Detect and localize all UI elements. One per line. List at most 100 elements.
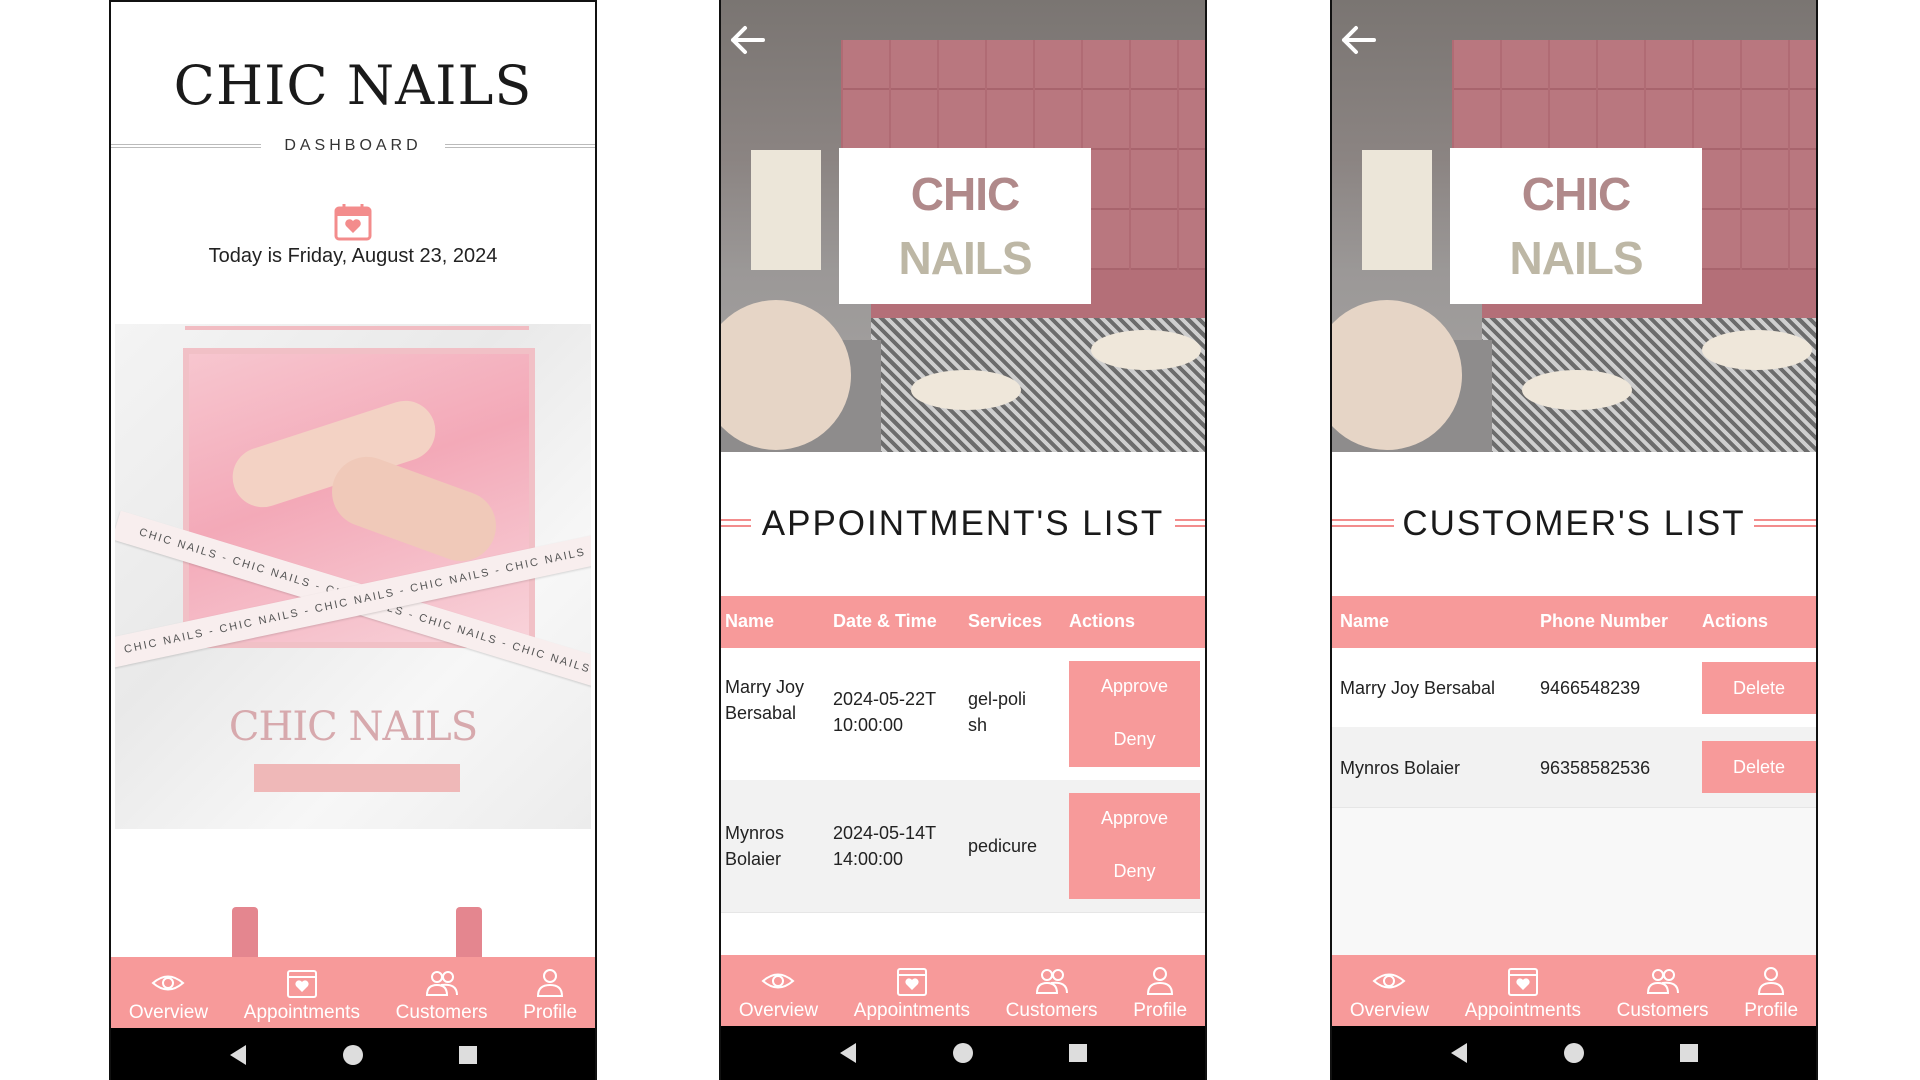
approve-button[interactable]: Approve: [1069, 676, 1200, 697]
calendar-heart-icon: [286, 970, 317, 998]
nav-overview[interactable]: Overview: [129, 966, 208, 1024]
table-row: Mynros Bolaier 96358582536 Delete: [1332, 727, 1816, 807]
customer-phone: 96358582536: [1540, 758, 1651, 778]
recents-square-icon[interactable]: [1677, 1041, 1701, 1065]
nav-profile[interactable]: Profile: [523, 966, 577, 1024]
approve-button[interactable]: Approve: [1069, 808, 1200, 829]
nav-label: Customers: [1616, 1000, 1709, 1021]
recents-square-icon[interactable]: [456, 1043, 480, 1067]
eye-icon: [1372, 973, 1406, 989]
customer-name: Mynros Bolaier: [725, 823, 785, 869]
back-triangle-icon[interactable]: [226, 1043, 250, 1067]
hero-stool: [1091, 330, 1201, 370]
user-icon: [1758, 967, 1785, 995]
back-triangle-icon[interactable]: [836, 1041, 860, 1065]
nav-customers[interactable]: Customers: [396, 966, 488, 1024]
bottom-nav: Overview Appointments Customers Profile: [721, 955, 1205, 1026]
column-header: Name: [1340, 611, 1390, 631]
calendar-heart-icon: [334, 204, 372, 241]
nav-customers[interactable]: Customers: [1006, 964, 1098, 1022]
user-icon: [1147, 967, 1174, 995]
row-actions: Approve Deny: [1069, 661, 1200, 767]
users-icon: [1035, 969, 1068, 994]
row-divider: [721, 912, 1205, 913]
nav-label: Appointments: [243, 1002, 360, 1023]
nav-appointments[interactable]: Appointments: [244, 966, 360, 1024]
page-title: APPOINTMENT'S LIST: [761, 504, 1165, 543]
decor-peg: [456, 907, 482, 959]
nav-label: Profile: [523, 1002, 578, 1023]
table-header: Name Phone Number Actions: [1332, 596, 1816, 648]
nav-label: Customers: [395, 1002, 488, 1023]
nav-appointments[interactable]: Appointments: [854, 964, 970, 1022]
column-header: Services: [968, 611, 1043, 631]
hand-shape: [322, 447, 506, 571]
column-header: Name: [725, 611, 775, 631]
home-circle-icon[interactable]: [951, 1041, 975, 1065]
hero-shelf: [751, 150, 821, 270]
column-header: Date & Time: [833, 611, 937, 631]
hero-shelf: [1362, 150, 1432, 270]
eye-icon: [761, 973, 795, 989]
nav-label: Profile: [1744, 1000, 1799, 1021]
promo-banner: CHIC NAILS - CHIC NAILS - CHIC NAILS - C…: [115, 324, 591, 829]
logo-line: NAILS: [1509, 232, 1644, 284]
calendar-heart-icon: [896, 968, 927, 996]
hero-stool: [1522, 370, 1632, 410]
hero-logo: CHIC NAILS: [1450, 148, 1702, 304]
bottom-nav: Overview Appointments Customers Profile: [111, 957, 595, 1028]
nav-label: Overview: [1349, 1000, 1430, 1021]
logo-line: CHIC: [910, 168, 1020, 220]
dashboard-screen: CHIC NAILS DASHBOARD Today is Friday, Au…: [109, 0, 597, 1080]
promo-top-stripe: [185, 326, 529, 330]
delete-button[interactable]: Delete: [1702, 662, 1816, 714]
back-triangle-icon[interactable]: [1447, 1041, 1471, 1065]
nav-profile[interactable]: Profile: [1744, 964, 1798, 1022]
hero-logo: CHIC NAILS: [839, 148, 1091, 304]
hero-stool: [1702, 330, 1812, 370]
bottom-nav: Overview Appointments Customers Profile: [1332, 955, 1816, 1026]
back-arrow-icon[interactable]: [727, 22, 767, 58]
today-date: Today is Friday, August 23, 2024: [208, 245, 498, 267]
users-icon: [1646, 969, 1679, 994]
nav-appointments[interactable]: Appointments: [1465, 964, 1581, 1022]
hero-stool: [911, 370, 1021, 410]
recents-square-icon[interactable]: [1066, 1041, 1090, 1065]
deny-button[interactable]: Deny: [1069, 861, 1200, 882]
page-title: CUSTOMER'S LIST: [1402, 504, 1746, 543]
nav-label: Customers: [1005, 1000, 1098, 1021]
system-nav-bar: [1332, 1026, 1816, 1080]
deny-button[interactable]: Deny: [1069, 729, 1200, 750]
customer-phone: 9466548239: [1540, 678, 1641, 698]
decor-peg: [232, 907, 258, 959]
eye-icon: [151, 975, 185, 991]
delete-button[interactable]: Delete: [1702, 741, 1816, 793]
users-icon: [425, 971, 458, 996]
nav-profile[interactable]: Profile: [1133, 964, 1187, 1022]
nav-label: Overview: [738, 1000, 819, 1021]
table-header: Name Date & Time Services Actions: [721, 596, 1205, 648]
nav-label: Overview: [128, 1002, 209, 1023]
column-header: Actions: [1069, 611, 1136, 631]
nav-label: Appointments: [1464, 1000, 1581, 1021]
user-icon: [537, 969, 564, 997]
home-circle-icon[interactable]: [341, 1043, 365, 1067]
section-header: CUSTOMER'S LIST: [1332, 500, 1816, 548]
back-arrow-icon[interactable]: [1338, 22, 1378, 58]
service-name: gel-polish: [968, 689, 1027, 735]
column-header: Phone Number: [1540, 611, 1669, 631]
table-row: Mynros Bolaier 2024-05-14T14:00:00 pedic…: [721, 780, 1205, 912]
home-circle-icon[interactable]: [1562, 1041, 1586, 1065]
page-subtitle: DASHBOARD: [284, 137, 422, 154]
nav-overview[interactable]: Overview: [1350, 964, 1429, 1022]
calendar-heart-icon: [1507, 968, 1538, 996]
customer-name: Marry Joy Bersabal: [725, 677, 805, 723]
nav-label: Profile: [1133, 1000, 1188, 1021]
nav-customers[interactable]: Customers: [1617, 964, 1709, 1022]
table-row: Marry Joy Bersabal 9466548239 Delete: [1332, 648, 1816, 727]
nav-overview[interactable]: Overview: [739, 964, 818, 1022]
system-nav-bar: [721, 1026, 1205, 1080]
promo-brand: CHIC NAILS: [228, 704, 478, 750]
empty-area: [1332, 808, 1816, 955]
salon-hero-image: CHIC NAILS: [1332, 0, 1816, 452]
